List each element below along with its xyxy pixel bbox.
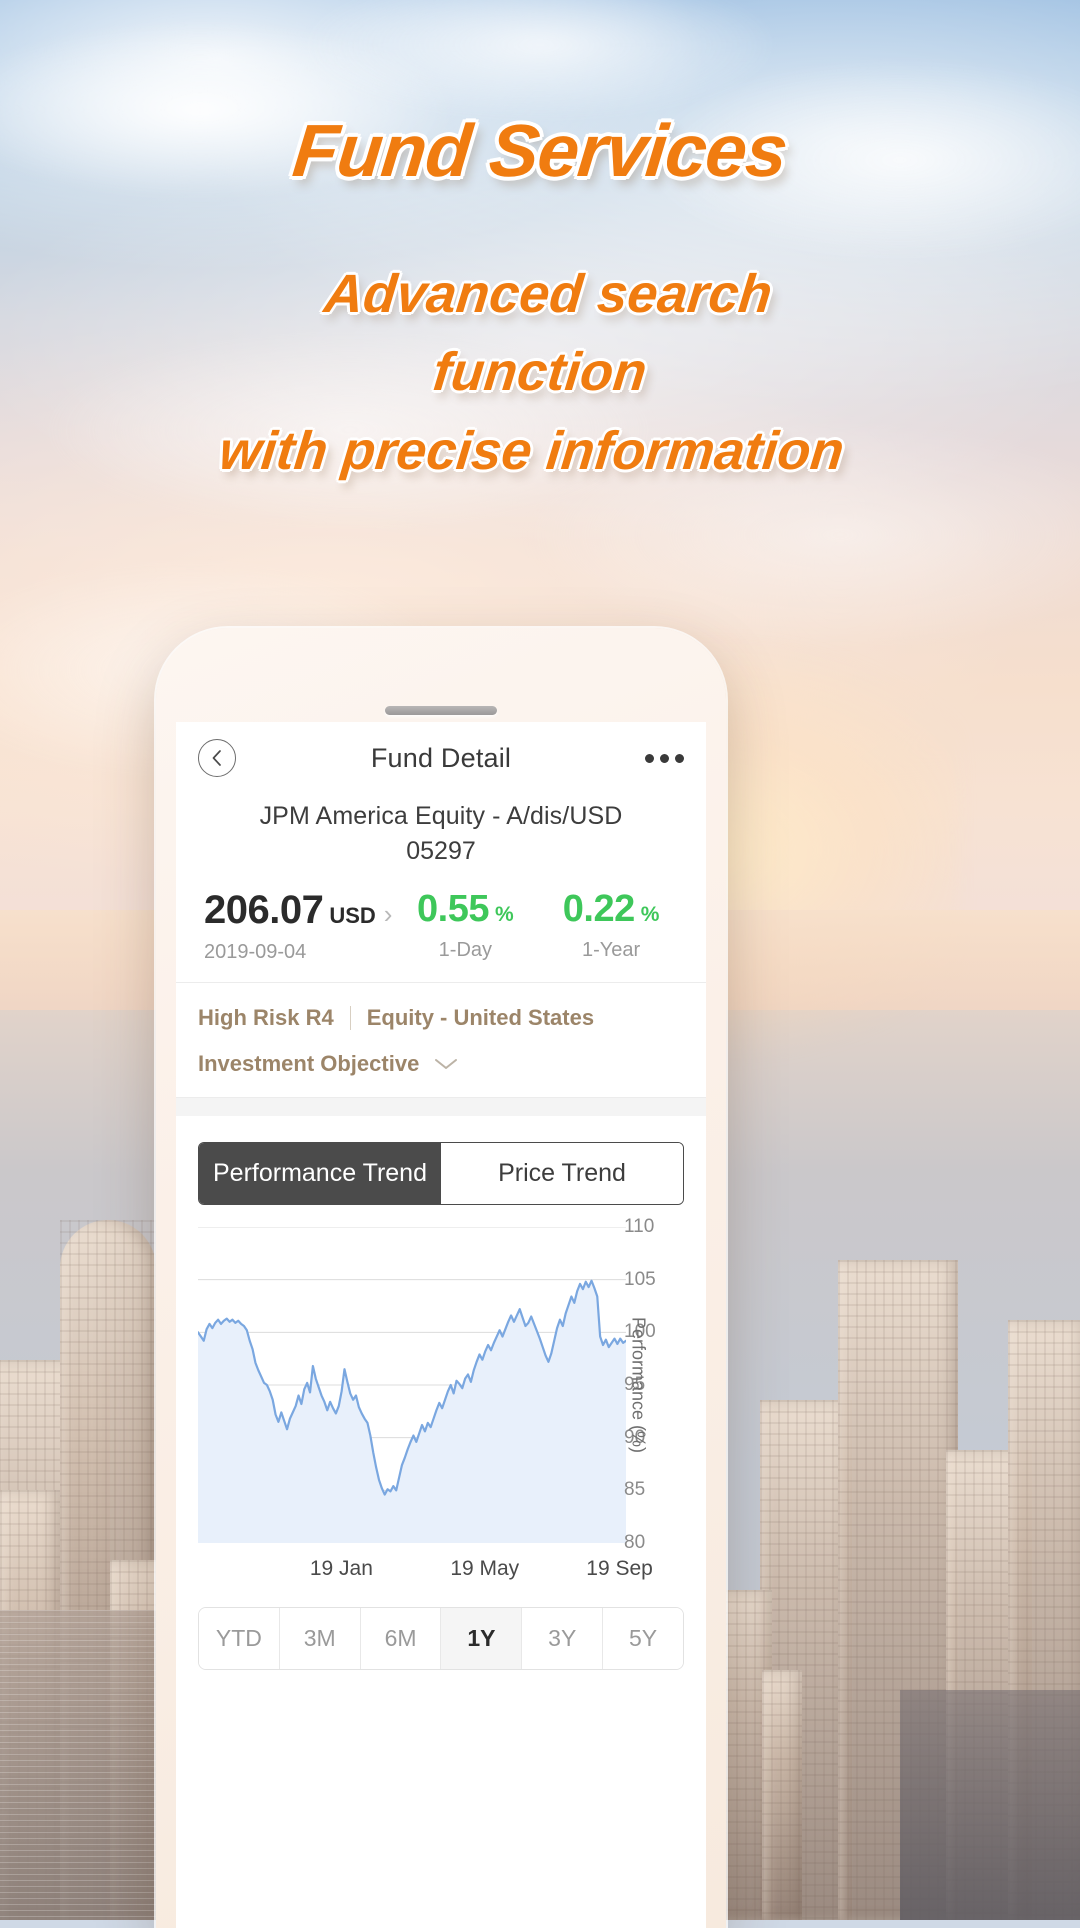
divider [349,1006,351,1030]
chart-x-tick-label: 19 Jan [309,1557,373,1580]
nav-price-cell[interactable]: 206.07 USD › 2019-09-04 [198,888,392,964]
one-day-change-label: 1-Day [438,939,493,961]
performance-chart[interactable]: 80 85 90 95 100 105 110 Performance (%) [198,1216,684,1553]
chart-x-tick-label: 19 May [450,1557,520,1580]
nav-price-value: 206.07 [204,888,324,932]
investment-objective-toggle[interactable]: Investment Objective [198,1051,684,1077]
period-ytd[interactable]: YTD [199,1608,279,1669]
investment-objective-label: Investment Objective [198,1051,420,1076]
promo-headline: Fund Services [289,109,791,192]
chart-x-axis-labels: 19 Jan 19 May 19 Sep [198,1547,684,1593]
chart-y-axis-title: Performance (%) [628,1316,649,1454]
risk-level: High Risk R4 [198,1005,334,1030]
one-day-change-cell: 0.55 % 1-Day [392,888,538,962]
tab-price-trend[interactable]: Price Trend [441,1143,683,1204]
fund-attributes: High Risk R4 Equity - United States Inve… [176,983,706,1098]
more-horizontal-icon [675,753,684,763]
percent-symbol: % [640,903,660,926]
one-year-change-label: 1-Year [582,939,641,961]
one-year-change-cell: 0.22 % 1-Year [538,888,684,962]
one-day-change-value: 0.55 [417,888,489,930]
chart-y-tick-label: 85 [624,1479,646,1501]
nav-price-currency: USD [329,903,376,928]
phone-speaker-grille [385,706,497,715]
one-year-change-value: 0.22 [562,888,635,930]
promo-headline-block: Fund Services Advanced search function w… [0,0,1080,490]
promo-subheadline-line-3: with precise information [216,420,847,481]
page-title: Fund Detail [370,742,512,773]
chart-x-tick-label: 19 Sep [586,1557,653,1580]
chevron-right-icon: › [383,899,393,929]
fund-price-summary: 206.07 USD › 2019-09-04 0.55 % 1-Day 0.2… [176,888,706,983]
fund-category: Equity - United States [366,1005,595,1030]
chart-y-tick-label: 110 [624,1216,655,1237]
phone-mockup: Fund Detail JPM America Equity - A/dis/U… [156,628,726,1928]
app-screen: Fund Detail JPM America Equity - A/dis/U… [176,722,706,1928]
fund-name: JPM America Equity - A/dis/USD [259,802,623,830]
tab-performance-trend[interactable]: Performance Trend [199,1143,441,1204]
promo-subheadline-line-2: function [430,342,650,403]
period-selector: YTD 3M 6M 1Y 3Y 5Y [198,1607,684,1670]
chart-svg [198,1227,626,1543]
period-6m[interactable]: 6M [359,1608,441,1669]
percent-symbol: % [494,903,514,926]
chart-plot [198,1227,626,1543]
period-1y[interactable]: 1Y [440,1608,522,1669]
more-horizontal-icon [645,753,654,763]
chevron-down-icon [433,1051,459,1077]
chart-section: Performance Trend Price Trend 80 85 90 95 10… [176,1116,706,1593]
chart-tab-group: Performance Trend Price Trend [198,1142,684,1205]
harbour-water [900,1690,1080,1920]
promo-subheadline-line-1: Advanced search [321,264,776,324]
period-5y[interactable]: 5Y [602,1608,683,1669]
period-3m[interactable]: 3M [278,1608,360,1669]
app-navbar: Fund Detail [176,722,706,794]
promo-subheadline: Advanced search function with precise in… [0,255,1080,490]
section-divider [176,1098,706,1116]
chevron-left-icon [209,749,225,767]
fund-code: 05297 [406,837,476,865]
chart-y-tick-label: 105 [624,1268,656,1290]
more-options-button[interactable] [645,753,684,763]
nav-price-date: 2019-09-04 [204,941,307,963]
period-3y[interactable]: 3Y [521,1608,603,1669]
back-button[interactable] [198,739,236,777]
more-horizontal-icon [660,753,669,763]
